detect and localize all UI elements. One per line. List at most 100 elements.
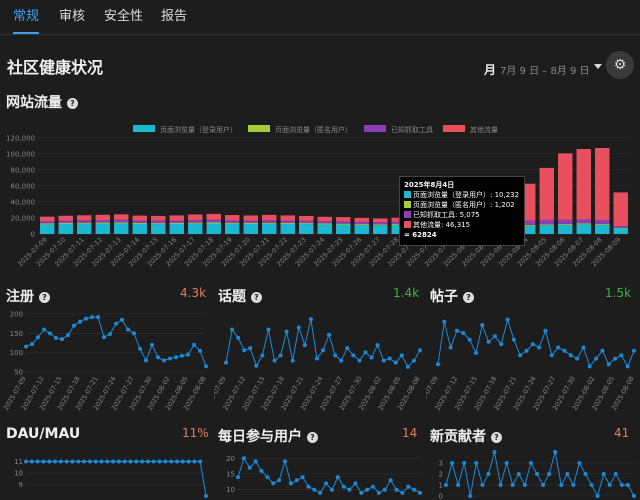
bar-segment: [206, 213, 221, 220]
data-point: [480, 323, 485, 328]
help-icon[interactable]: ?: [251, 292, 262, 303]
data-point: [511, 337, 516, 342]
data-point: [534, 472, 539, 476]
y-tick-label: 9: [19, 481, 23, 489]
gear-icon[interactable]: ⚙: [606, 51, 634, 79]
data-point: [600, 348, 605, 353]
data-point: [174, 459, 179, 464]
chevron-down-icon[interactable]: [594, 64, 602, 69]
tooltip-date: 2025年8月4日: [404, 181, 455, 189]
data-point: [296, 325, 301, 330]
date-range-picker[interactable]: 月 7月 9 日 – 8月 9 日: [484, 61, 590, 78]
help-icon[interactable]: ?: [307, 432, 318, 443]
data-point: [357, 358, 362, 363]
bar-segment: [613, 227, 628, 229]
bar-segment: [114, 223, 129, 234]
data-point: [82, 459, 87, 464]
data-point: [87, 459, 92, 464]
y-tick-label: 3: [439, 460, 443, 468]
data-point: [140, 459, 145, 464]
data-point: [454, 328, 459, 333]
y-tick-label: 150: [10, 330, 23, 338]
bar-segment: [77, 223, 92, 234]
data-point: [461, 330, 466, 335]
data-point: [442, 319, 447, 324]
data-point: [504, 461, 509, 465]
bar-segment: [595, 148, 610, 220]
bar-segment: [262, 214, 277, 221]
bar-segment: [114, 222, 129, 224]
bar-segment: [576, 223, 591, 225]
data-point: [589, 483, 594, 487]
data-point: [236, 475, 240, 480]
bar-segment: [114, 214, 129, 220]
bar-segment: [354, 224, 369, 234]
help-icon[interactable]: ?: [67, 98, 78, 109]
y-tick-label: 20: [226, 455, 235, 463]
data-point: [327, 332, 332, 337]
tooltip-row: 其他流量: 46,315: [404, 220, 520, 230]
legend-label: 其他流量: [470, 125, 498, 134]
data-point: [382, 487, 387, 492]
data-point: [163, 459, 168, 464]
data-point: [456, 483, 461, 487]
data-point: [138, 346, 142, 351]
tab-reports[interactable]: 报告: [161, 0, 187, 32]
bar-segment: [95, 220, 110, 223]
help-icon[interactable]: ?: [463, 292, 474, 303]
new-contributors-chart: 0 1 2 3: [439, 450, 636, 500]
bar-segment: [558, 223, 573, 225]
bar-segment: [336, 221, 351, 224]
bar-segment: [354, 221, 369, 225]
tab-security[interactable]: 安全性: [104, 0, 143, 32]
y-tick-label: 60,000: [11, 183, 36, 191]
data-point: [198, 348, 202, 353]
new-contributors-title: 新贡献者?: [430, 426, 502, 446]
data-point: [288, 481, 293, 486]
tooltip-row: 页面浏览量（登录用户）: 10,232: [404, 190, 520, 200]
data-point: [601, 472, 606, 476]
data-point: [260, 353, 265, 358]
data-point: [571, 483, 576, 487]
data-point: [462, 461, 467, 465]
bar-segment: [262, 220, 277, 223]
data-point: [541, 483, 546, 487]
data-point: [499, 342, 504, 347]
y-tick-label: 100,000: [6, 151, 35, 159]
data-point: [549, 353, 554, 358]
data-point: [162, 358, 166, 363]
data-point: [36, 335, 40, 340]
legend-swatch: [248, 125, 270, 132]
data-point: [111, 459, 116, 464]
bar-segment: [77, 215, 92, 221]
bar-segment: [243, 224, 258, 234]
help-icon[interactable]: ?: [491, 432, 502, 443]
data-point: [498, 483, 503, 487]
bar-segment: [613, 192, 628, 226]
bar-segment: [114, 219, 129, 223]
data-point: [448, 345, 453, 350]
bar-segment: [58, 215, 73, 221]
data-point: [253, 459, 258, 464]
bar-segment: [225, 220, 240, 223]
posts-title: 帖子?: [430, 286, 474, 306]
tab-moderation[interactable]: 审核: [59, 0, 85, 32]
data-point: [114, 321, 118, 326]
bar-segment: [77, 222, 92, 224]
data-point: [468, 494, 473, 498]
data-point: [308, 317, 313, 322]
data-point: [278, 353, 283, 358]
bar-segment: [151, 223, 166, 225]
data-point: [547, 472, 552, 476]
help-icon[interactable]: ?: [39, 292, 50, 303]
y-tick-label: 2: [439, 471, 443, 479]
y-tick-label: 10: [14, 470, 23, 478]
data-point: [632, 494, 636, 498]
bar-segment: [188, 220, 203, 223]
tab-general[interactable]: 常规: [13, 0, 40, 34]
data-point: [581, 345, 586, 350]
data-point: [259, 468, 264, 473]
data-point: [371, 484, 376, 489]
data-point: [272, 358, 277, 363]
bar-segment: [95, 214, 110, 220]
